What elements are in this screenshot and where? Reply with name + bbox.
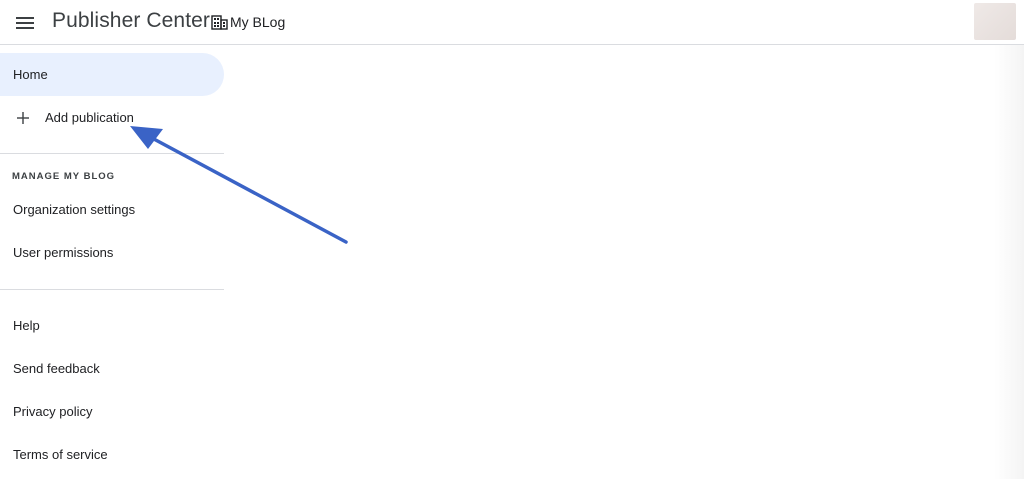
sidebar-item-label: User permissions [13,245,114,260]
sidebar-item-label: Organization settings [13,202,136,217]
sidebar-item-user-permissions[interactable]: User permissions [0,231,224,274]
sidebar-navigation: Home Add publication MANAGE MY BLOG Orga… [0,45,225,479]
account-avatar[interactable] [974,3,1016,40]
page-edge-shade [994,45,1024,479]
sidebar-item-help[interactable]: Help [0,304,224,347]
sidebar-item-send-feedback[interactable]: Send feedback [0,347,224,390]
sidebar-item-label: Send feedback [13,361,100,376]
main-menu-button[interactable] [13,11,37,35]
sidebar-item-organization-settings[interactable]: Organization settings [0,188,224,231]
organization-name: My BLog [230,14,286,30]
app-title: Publisher Center [52,9,211,32]
sidebar-item-privacy-policy[interactable]: Privacy policy [0,390,224,433]
sidebar-item-terms-of-service[interactable]: Terms of service [0,433,224,476]
sidebar-item-label: Terms of service [13,447,108,462]
building-icon [211,14,228,30]
top-app-bar: Publisher Center My BLog [0,0,1024,45]
sidebar-item-label: Add publication [45,110,134,125]
sidebar-item-label: Help [13,318,40,333]
organization-switcher[interactable]: My BLog [211,13,285,31]
hamburger-menu-icon [16,17,34,29]
add-publication-button[interactable]: Add publication [0,96,224,139]
section-header-manage: MANAGE MY BLOG [12,171,116,182]
sidebar-item-label: Home [13,67,48,82]
sidebar-item-home[interactable]: Home [0,53,224,96]
sidebar-divider [0,153,224,154]
sidebar-divider [0,289,224,290]
plus-icon [15,110,31,126]
sidebar-item-label: Privacy policy [13,404,93,419]
